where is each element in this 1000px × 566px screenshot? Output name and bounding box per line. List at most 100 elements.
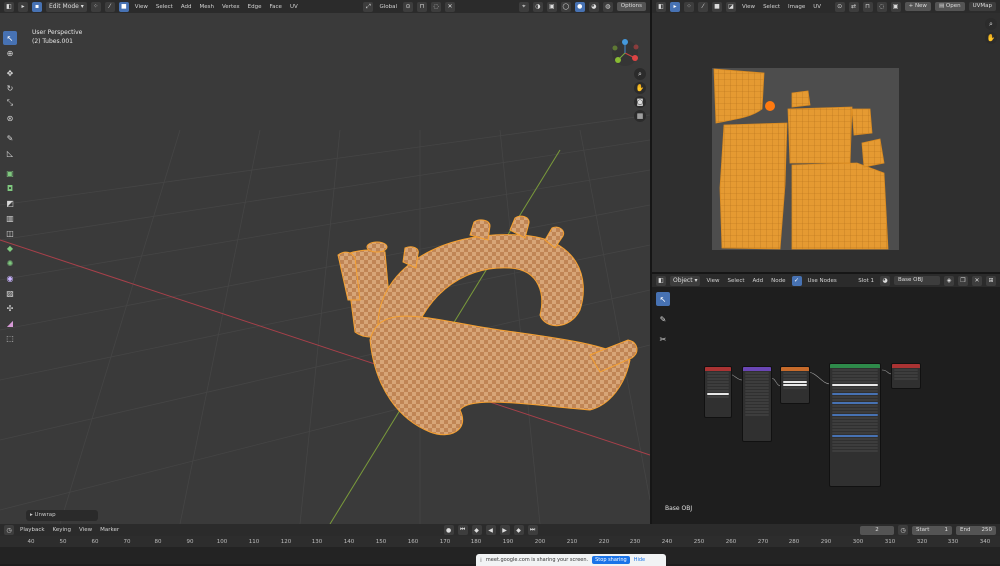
transform-orientation-dropdown[interactable]: Global bbox=[377, 4, 399, 10]
zoom-icon[interactable]: ⌕ bbox=[634, 68, 646, 80]
smooth-tool-icon[interactable]: ◉ bbox=[3, 271, 17, 285]
viewport-canvas[interactable] bbox=[0, 0, 650, 524]
uv-menu-select[interactable]: Select bbox=[761, 4, 782, 10]
uv-sticky-icon[interactable]: ⇄ bbox=[848, 1, 859, 12]
face-mode-icon[interactable]: ■ bbox=[118, 1, 129, 12]
camera-icon[interactable]: ◙ bbox=[634, 96, 646, 108]
shading-solid-icon[interactable]: ● bbox=[574, 1, 585, 12]
rotate-tool-icon[interactable]: ↻ bbox=[3, 81, 17, 95]
shading-material-icon[interactable]: ◕ bbox=[588, 1, 599, 12]
timeline[interactable]: ◷ Playback Keying View Marker ● ⏮ ◆ ◀ ▶ … bbox=[0, 524, 1000, 566]
uv-pan-hand-icon[interactable]: ✋ bbox=[985, 32, 997, 44]
hide-button[interactable]: Hide bbox=[634, 557, 645, 563]
pivot-icon[interactable]: ⊙ bbox=[403, 1, 414, 12]
uv-vertex-icon[interactable]: ⁘ bbox=[684, 1, 694, 12]
viewport-3d[interactable]: ◧ ▸ ▪ Edit Mode ▾ ⁘ ⁄ ■ View Select Add … bbox=[0, 0, 650, 524]
scale-tool-icon[interactable]: ⤡ bbox=[3, 96, 17, 110]
timeline-ruler[interactable]: 40 50 60 70 80 90 100 110 120 130 140 15… bbox=[0, 536, 1000, 547]
uv-select-icon[interactable]: ▸ bbox=[670, 1, 680, 12]
select-tool-icon[interactable]: ↖ bbox=[3, 31, 17, 45]
shear-tool-icon[interactable]: ◢ bbox=[3, 316, 17, 330]
shrink-tool-icon[interactable]: ✣ bbox=[3, 301, 17, 315]
uv-zoom-icon[interactable]: ⌕ bbox=[985, 18, 997, 30]
xray-icon[interactable]: ▣ bbox=[546, 1, 557, 12]
end-frame-field[interactable]: End 250 bbox=[956, 525, 997, 535]
uv-menu-view[interactable]: View bbox=[740, 4, 757, 10]
menu-select[interactable]: Select bbox=[154, 4, 175, 10]
share-drag-icon[interactable]: ⁞ bbox=[480, 557, 482, 564]
extrude-tool-icon[interactable]: ▣ bbox=[3, 166, 17, 180]
snap-icon[interactable]: ⊓ bbox=[417, 1, 428, 12]
uv-snap-icon[interactable]: ⊓ bbox=[862, 1, 873, 12]
area-divider-vertical[interactable] bbox=[650, 0, 652, 524]
stop-sharing-button[interactable]: Stop sharing bbox=[592, 556, 630, 564]
loopcut-tool-icon[interactable]: ▥ bbox=[3, 211, 17, 225]
open-image-button[interactable]: ▤ Open bbox=[934, 2, 965, 11]
ortho-grid-icon[interactable]: ▦ bbox=[634, 110, 646, 122]
uv-proportional-icon[interactable]: ◌ bbox=[876, 1, 887, 12]
checker-texture-node[interactable] bbox=[780, 366, 810, 404]
preview-range-icon[interactable]: ◷ bbox=[898, 525, 909, 535]
timeline-editor-type-icon[interactable]: ◷ bbox=[4, 525, 14, 535]
image-browse-icon[interactable]: ▣ bbox=[890, 1, 901, 12]
play-reverse-icon[interactable]: ◀ bbox=[485, 525, 496, 535]
current-frame-field[interactable]: 2 bbox=[860, 525, 895, 535]
edge-slide-tool-icon[interactable]: ▨ bbox=[3, 286, 17, 300]
menu-face[interactable]: Face bbox=[268, 4, 284, 10]
spin-tool-icon[interactable]: ✺ bbox=[3, 256, 17, 270]
mapping-node[interactable] bbox=[742, 366, 772, 442]
menu-add[interactable]: Add bbox=[179, 4, 194, 10]
options-dropdown[interactable]: Options bbox=[616, 2, 647, 11]
play-icon[interactable]: ▶ bbox=[499, 525, 510, 535]
transform-orientation-icon[interactable]: ⤢ bbox=[363, 1, 374, 12]
editor-type-icon[interactable]: ◧ bbox=[4, 1, 14, 12]
transform-tool-icon[interactable]: ⊛ bbox=[3, 111, 17, 125]
start-frame-field[interactable]: Start 1 bbox=[912, 525, 953, 535]
texture-coordinate-node[interactable] bbox=[704, 366, 732, 418]
edit-mode-dropdown[interactable]: Edit Mode ▾ bbox=[46, 1, 87, 12]
proportional-edit-icon[interactable]: ◌ bbox=[431, 1, 442, 12]
move-tool-icon[interactable]: ✥ bbox=[3, 66, 17, 80]
timeline-menu-keying[interactable]: Keying bbox=[51, 527, 73, 533]
next-key-icon[interactable]: ◆ bbox=[513, 525, 524, 535]
measure-tool-icon[interactable]: ◺ bbox=[3, 146, 17, 160]
menu-edge[interactable]: Edge bbox=[246, 4, 264, 10]
node-editor[interactable]: ◧ Object ▾ View Select Add Node ✓ Use No… bbox=[652, 274, 1000, 524]
prev-key-icon[interactable]: ◆ bbox=[471, 525, 482, 535]
annotate-tool-icon[interactable]: ✎ bbox=[3, 131, 17, 145]
record-icon[interactable]: ● bbox=[443, 525, 454, 535]
cursor-tool-icon[interactable]: ⊕ bbox=[3, 46, 17, 60]
uv-pivot-icon[interactable]: ⊙ bbox=[834, 1, 845, 12]
uvmap-dropdown[interactable]: UVMap bbox=[968, 2, 996, 11]
last-operator-panel[interactable]: ▸ Unwrap bbox=[26, 510, 98, 521]
polybuild-tool-icon[interactable]: ◆ bbox=[3, 241, 17, 255]
menu-mesh[interactable]: Mesh bbox=[197, 4, 215, 10]
material-output-node[interactable] bbox=[891, 363, 921, 389]
navigation-gizmo[interactable] bbox=[608, 38, 642, 68]
menu-uv[interactable]: UV bbox=[288, 4, 300, 10]
timeline-menu-marker[interactable]: Marker bbox=[98, 527, 121, 533]
mirror-icon[interactable]: ✕ bbox=[445, 1, 456, 12]
uv-editor-type-icon[interactable]: ◧ bbox=[656, 1, 666, 12]
uv-edge-icon[interactable]: ⁄ bbox=[698, 1, 708, 12]
uv-menu-uv[interactable]: UV bbox=[811, 4, 823, 10]
vertex-mode-icon[interactable]: ⁘ bbox=[90, 1, 101, 12]
uv-editor[interactable]: ◧ ▸ ⁘ ⁄ ■ ◪ View Select Image UV ⊙ ⇄ ⊓ ◌… bbox=[652, 0, 1000, 272]
new-image-button[interactable]: + New bbox=[904, 2, 931, 11]
uv-menu-image[interactable]: Image bbox=[786, 4, 807, 10]
knife-tool-icon[interactable]: ◫ bbox=[3, 226, 17, 240]
bevel-tool-icon[interactable]: ◩ bbox=[3, 196, 17, 210]
timeline-menu-playback[interactable]: Playback bbox=[18, 527, 47, 533]
area-divider-horizontal[interactable] bbox=[652, 272, 1000, 274]
jump-start-icon[interactable]: ⏮ bbox=[457, 525, 468, 535]
uv-face-icon[interactable]: ■ bbox=[712, 1, 722, 12]
edge-mode-icon[interactable]: ⁄ bbox=[104, 1, 115, 12]
principled-bsdf-node[interactable] bbox=[829, 363, 881, 487]
timeline-menu-view[interactable]: View bbox=[77, 527, 94, 533]
jump-end-icon[interactable]: ⏭ bbox=[527, 525, 538, 535]
gizmo-toggle-icon[interactable]: ⌖ bbox=[518, 1, 529, 12]
select-box-icon[interactable]: ▸ bbox=[18, 1, 28, 12]
tube-mesh[interactable] bbox=[337, 215, 638, 436]
menu-view[interactable]: View bbox=[133, 4, 150, 10]
vertex-select-icon[interactable]: ▪ bbox=[32, 1, 42, 12]
